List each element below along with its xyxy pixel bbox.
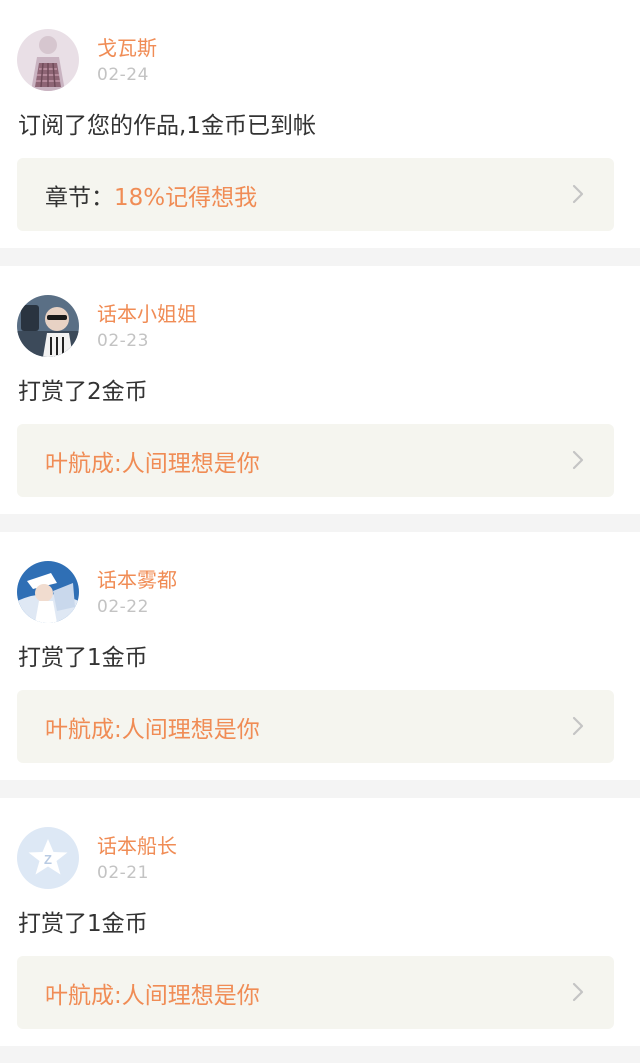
work-link[interactable]: 叶航成:人间理想是你: [17, 690, 614, 763]
chevron-right-icon: [572, 184, 584, 204]
work-link[interactable]: 叶航成:人间理想是你: [17, 956, 614, 1029]
timestamp: 02-23: [97, 331, 149, 351]
work-link[interactable]: 章节： 18%记得想我: [17, 158, 614, 231]
chevron-right-icon: [572, 982, 584, 1002]
svg-text:Z: Z: [44, 852, 52, 867]
user-name[interactable]: 话本雾都: [97, 568, 177, 592]
avatar[interactable]: [17, 29, 79, 91]
notification-message: 订阅了您的作品,1金币已到帐: [18, 113, 316, 139]
link-title: 叶航成:人间理想是你: [45, 982, 260, 1009]
link-prefix: 章节：: [45, 184, 114, 211]
avatar[interactable]: [17, 561, 79, 623]
notification-card: Z 话本船长 02-21 打赏了1金币 叶航成:人间理想是你: [0, 798, 640, 1046]
user-name[interactable]: 戈瓦斯: [97, 36, 157, 60]
link-title: 叶航成:人间理想是你: [45, 716, 260, 743]
user-name[interactable]: 话本小姐姐: [97, 302, 197, 326]
timestamp: 02-22: [97, 597, 149, 617]
notification-message: 打赏了2金币: [18, 379, 148, 405]
notification-message: 打赏了1金币: [18, 911, 148, 937]
timestamp: 02-21: [97, 863, 149, 883]
notification-card: 话本小姐姐 02-23 打赏了2金币 叶航成:人间理想是你: [0, 266, 640, 514]
link-title: 18%记得想我: [114, 184, 258, 211]
avatar[interactable]: [17, 295, 79, 357]
chevron-right-icon: [572, 716, 584, 736]
notification-card: 话本雾都 02-22 打赏了1金币 叶航成:人间理想是你: [0, 532, 640, 780]
link-title: 叶航成:人间理想是你: [45, 450, 260, 477]
user-name[interactable]: 话本船长: [97, 834, 177, 858]
notification-message: 打赏了1金币: [18, 645, 148, 671]
avatar[interactable]: Z: [17, 827, 79, 889]
notification-feed: 戈瓦斯 02-24 订阅了您的作品,1金币已到帐 章节： 18%记得想我 话本小姐…: [0, 0, 640, 1063]
notification-card: 戈瓦斯 02-24 订阅了您的作品,1金币已到帐 章节： 18%记得想我: [0, 0, 640, 248]
chevron-right-icon: [572, 450, 584, 470]
timestamp: 02-24: [97, 65, 149, 85]
work-link[interactable]: 叶航成:人间理想是你: [17, 424, 614, 497]
